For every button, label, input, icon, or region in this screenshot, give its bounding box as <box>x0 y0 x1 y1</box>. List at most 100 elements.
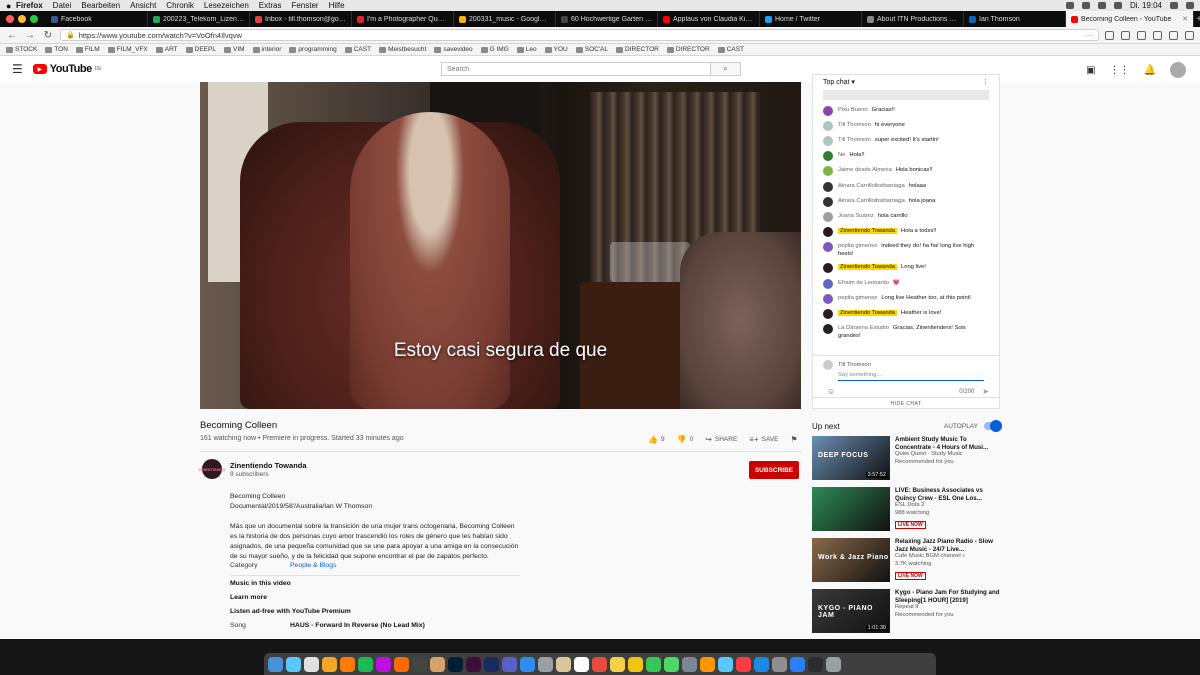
search-icon[interactable] <box>1170 2 1178 9</box>
zoom-window-button[interactable] <box>30 15 38 23</box>
url-bar[interactable]: 🔒 https://www.youtube.com/watch?v=VoOfn4… <box>60 29 1099 41</box>
video-thumbnail[interactable]: KYGO - PIANO JAM 1:01:30 <box>812 589 890 633</box>
chat-avatar[interactable] <box>823 105 833 116</box>
up-next-video[interactable]: KYGO - PIANO JAM 1:01:30 Kygo - Piano Jam … <box>812 589 1000 635</box>
bookmark-item[interactable]: savevideo <box>434 46 473 53</box>
chat-avatar[interactable] <box>823 324 833 335</box>
youtube-logo[interactable]: ▶ YouTube DE <box>32 63 102 75</box>
dock-app-icon[interactable] <box>646 656 661 672</box>
menu-item[interactable]: Fenster <box>291 1 318 10</box>
video-thumbnail[interactable]: Work & Jazz Piano <box>812 538 890 582</box>
dock-app-icon[interactable] <box>682 656 697 672</box>
dock-app-icon[interactable] <box>790 656 805 672</box>
bookmark-item[interactable]: FILM <box>75 46 100 53</box>
dock-app-icon[interactable] <box>574 656 589 672</box>
menu-item[interactable]: Lesezeichen <box>204 1 249 10</box>
dock-app-icon[interactable] <box>556 656 571 672</box>
dock-app-icon[interactable] <box>304 656 319 672</box>
dock-app-icon[interactable] <box>502 656 517 672</box>
hamburger-menu-icon[interactable]: ☰ <box>12 62 23 76</box>
browser-tab[interactable]: Becoming Colleen - YouTube ✕ <box>1066 11 1194 27</box>
account-avatar[interactable] <box>1170 62 1186 78</box>
chat-avatar[interactable] <box>823 227 833 238</box>
dock-app-icon[interactable] <box>772 656 787 672</box>
dock-app-icon[interactable] <box>808 656 823 672</box>
chat-avatar[interactable] <box>823 166 833 177</box>
bookmark-item[interactable]: TON <box>45 46 68 53</box>
browser-tab[interactable]: 60 Hochwertige Garten Strohi... <box>556 11 658 27</box>
premium-link[interactable]: Listen ad-free with YouTube Premium <box>230 608 351 615</box>
chat-author[interactable]: Ne <box>838 152 845 158</box>
up-next-title[interactable]: LIVE: Business Associates vs Quincy Crew… <box>895 487 1000 502</box>
menu-icon[interactable] <box>1185 30 1194 40</box>
dock-app-icon[interactable] <box>520 656 535 672</box>
report-button[interactable]: ⚑ <box>791 435 798 444</box>
up-next-title[interactable]: Relaxing Jazz Piano Radio - Slow Jazz Mu… <box>895 538 1000 553</box>
dock-app-icon[interactable] <box>736 656 751 672</box>
chat-author[interactable]: pepita gimenez <box>838 243 877 249</box>
dock-app-icon[interactable] <box>718 656 733 672</box>
like-button[interactable]: 👍 9 <box>648 435 665 444</box>
bookmark-item[interactable]: Meistbesucht <box>379 46 426 53</box>
emoji-icon[interactable]: ☺ <box>827 387 835 396</box>
dock-app-icon[interactable] <box>358 656 373 672</box>
chat-author[interactable]: pepita gimenez <box>838 295 877 301</box>
bookmark-item[interactable]: YOU <box>544 46 568 53</box>
dock-app-icon[interactable] <box>376 656 391 672</box>
dock-app-icon[interactable] <box>538 656 553 672</box>
bookmark-item[interactable]: Leo <box>516 46 537 53</box>
bookmark-item[interactable]: VIM <box>223 46 245 53</box>
channel-avatar[interactable]: ZINENTIENDO <box>198 459 226 479</box>
chat-avatar[interactable] <box>823 309 833 320</box>
close-tab-icon[interactable]: ✕ <box>1182 15 1188 23</box>
chat-avatar[interactable] <box>823 293 833 304</box>
reload-icon[interactable]: ↻ <box>42 30 54 41</box>
video-player[interactable]: Estoy casi segura de que <box>200 82 801 409</box>
dock-app-icon[interactable] <box>340 656 355 672</box>
up-next-video[interactable]: LIVE: Business Associates vs Quincy Crew… <box>812 487 1000 533</box>
browser-tab[interactable]: 200223_Telekom_Lizenzstat... <box>148 11 250 27</box>
chat-author[interactable]: La Dársena Estudio <box>838 325 889 331</box>
dock-app-icon[interactable] <box>394 656 409 672</box>
menu-item[interactable]: Datei <box>53 1 72 10</box>
extension-icon[interactable] <box>1153 30 1162 40</box>
wifi-icon[interactable] <box>1097 2 1106 9</box>
dock-app-icon[interactable] <box>628 656 643 672</box>
apple-icon[interactable]: ● <box>6 1 16 11</box>
send-icon[interactable]: ➤ <box>982 387 989 396</box>
video-thumbnail[interactable]: DEEP FOCUS 3:57:52 <box>812 436 890 480</box>
dock-app-icon[interactable] <box>754 656 769 672</box>
up-next-video[interactable]: DEEP FOCUS 3:57:52 Ambient Study Music To … <box>812 436 1000 482</box>
chat-avatar[interactable] <box>823 278 833 289</box>
chat-author[interactable]: Efraim de Leonardo <box>838 280 889 286</box>
back-icon[interactable]: ← <box>6 30 18 41</box>
download-icon[interactable] <box>1105 30 1114 40</box>
menu-list-icon[interactable] <box>1186 2 1194 9</box>
channel-name[interactable]: Zinentiendo Towanda <box>230 461 307 470</box>
chat-message-input[interactable]: Say something... <box>838 372 984 381</box>
chat-author[interactable]: Ainara Carrilloibsibarriaga <box>838 183 905 189</box>
chat-author[interactable]: Zinentiendo Towanda <box>838 264 898 271</box>
battery-icon[interactable] <box>1113 2 1122 9</box>
forward-icon[interactable]: → <box>24 30 36 41</box>
dock-app-icon[interactable] <box>430 656 445 672</box>
chat-avatar[interactable] <box>823 211 833 222</box>
search-input[interactable] <box>441 62 711 76</box>
bookmark-item[interactable]: CAST <box>344 46 371 53</box>
menubar-clock[interactable]: Di. 19:04 <box>1130 1 1162 10</box>
dock-app-icon[interactable] <box>412 656 427 672</box>
chat-avatar[interactable] <box>823 181 833 192</box>
chat-avatar[interactable] <box>823 151 833 162</box>
chat-author[interactable]: Till Thomson <box>838 137 871 143</box>
bookmark-item[interactable]: DEEPL <box>185 46 216 53</box>
save-button[interactable]: ≡+ SAVE <box>749 435 778 444</box>
notifications-bell-icon[interactable]: 🔔 <box>1144 65 1156 76</box>
up-next-title[interactable]: Kygo - Piano Jam For Studying and Sleepi… <box>895 589 1000 604</box>
chat-author[interactable]: Pixu Bueno <box>838 107 868 113</box>
bookmark-item[interactable]: G IMG <box>480 46 509 53</box>
bookmark-item[interactable]: STOCK <box>6 46 37 53</box>
dislike-button[interactable]: 👎 0 <box>677 435 694 444</box>
dock-app-icon[interactable] <box>592 656 607 672</box>
menu-app[interactable]: Firefox <box>16 1 43 10</box>
chat-author[interactable]: Till Thomson <box>838 122 871 128</box>
